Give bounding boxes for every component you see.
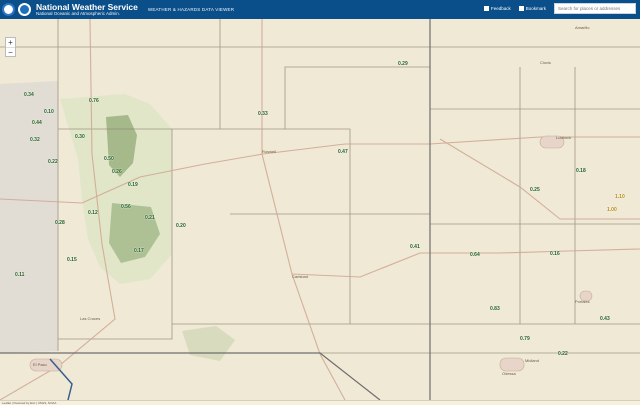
precip-marker[interactable]: 0.22 — [558, 351, 568, 357]
precip-marker[interactable]: 1.00 — [607, 207, 617, 213]
site-title: National Weather Service — [36, 1, 138, 12]
city-label-el-paso: El Paso — [33, 362, 47, 367]
feedback-checkbox-icon[interactable] — [483, 6, 489, 11]
zoom-control: + − — [5, 37, 16, 57]
map-canvas[interactable]: + − Roswell Lubbock Carlsbad Midland Ode… — [0, 19, 640, 400]
precip-marker[interactable]: 1.10 — [615, 194, 625, 200]
city-label-midland: Midland — [525, 358, 540, 363]
precip-marker[interactable]: 0.50 — [104, 156, 114, 162]
city-label-roswell: Roswell — [262, 149, 277, 154]
precip-marker[interactable]: 0.33 — [258, 111, 268, 117]
top-navigation-bar: National Weather Service National Oceani… — [0, 0, 640, 19]
precip-marker[interactable]: 0.28 — [55, 220, 65, 226]
precip-marker[interactable]: 0.44 — [32, 120, 42, 126]
city-label-lubbock: Lubbock — [556, 135, 572, 140]
precip-marker[interactable]: 0.10 — [44, 109, 54, 115]
city-label-odessa: Odessa — [502, 371, 516, 376]
precip-marker[interactable]: 0.32 — [30, 137, 40, 143]
nws-logo-icon — [2, 3, 15, 16]
precip-marker[interactable]: 0.22 — [48, 159, 58, 165]
precip-marker[interactable]: 0.83 — [490, 306, 500, 312]
precip-marker[interactable]: 0.41 — [410, 244, 420, 250]
precip-marker[interactable]: 0.15 — [67, 257, 77, 263]
map-attribution: Leaflet | Powered by Esri | USGS, NOAA — [0, 400, 640, 405]
brand-block: National Weather Service National Oceani… — [36, 1, 138, 17]
feedback-toggle[interactable]: Feedback — [483, 6, 511, 11]
weather-hazards-viewer: National Weather Service National Oceani… — [0, 0, 640, 405]
city-label-amarillo: Amarillo — [575, 25, 590, 30]
precip-marker[interactable]: 0.18 — [576, 168, 586, 174]
site-subtitle: National Oceanic and Atmospheric Admin. — [36, 11, 121, 16]
precip-marker[interactable]: 0.11 — [15, 272, 24, 278]
precip-marker[interactable]: 0.21 — [145, 215, 155, 221]
precip-marker[interactable]: 0.47 — [338, 149, 348, 155]
precip-marker[interactable]: 0.29 — [398, 61, 408, 67]
bookmark-toggle[interactable]: Bookmark — [518, 6, 546, 11]
precip-marker[interactable]: 0.20 — [176, 223, 186, 229]
precip-marker[interactable]: 0.25 — [530, 187, 540, 193]
precip-marker[interactable]: 0.30 — [75, 134, 85, 140]
noaa-logo-icon — [18, 3, 31, 16]
zoom-out-button[interactable]: − — [6, 47, 15, 57]
city-label-portales: Portales — [575, 299, 590, 304]
mountain-region-1 — [0, 81, 58, 353]
bookmark-checkbox-icon[interactable] — [518, 6, 524, 11]
precip-marker[interactable]: 0.64 — [470, 252, 480, 258]
search-input[interactable] — [554, 3, 636, 14]
zoom-in-button[interactable]: + — [6, 38, 15, 47]
viewer-title: WEATHER & HAZARDS DATA VIEWER — [147, 7, 235, 12]
precip-marker[interactable]: 0.12 — [88, 210, 98, 216]
precip-marker[interactable]: 0.16 — [550, 251, 560, 257]
agency-logos[interactable] — [0, 0, 34, 19]
feedback-label: Feedback — [490, 6, 511, 11]
city-area-midland-odessa — [499, 357, 525, 372]
top-right-actions: Feedback Bookmark — [483, 3, 636, 14]
precip-marker[interactable]: 0.79 — [520, 336, 530, 342]
city-label-carlsbad: Carlsbad — [292, 274, 309, 279]
city-label-las-cruces: Las Cruces — [80, 316, 101, 321]
precip-marker[interactable]: 0.56 — [121, 204, 131, 210]
precip-marker[interactable]: 0.19 — [128, 182, 138, 188]
precip-marker[interactable]: 0.34 — [24, 92, 34, 98]
precip-marker[interactable]: 0.17 — [134, 248, 144, 254]
precip-marker[interactable]: 0.26 — [112, 169, 122, 175]
precip-marker[interactable]: 0.76 — [89, 98, 99, 104]
precip-marker[interactable]: 0.43 — [600, 316, 610, 322]
bookmark-label: Bookmark — [525, 6, 546, 11]
city-label-clovis: Clovis — [540, 60, 551, 65]
